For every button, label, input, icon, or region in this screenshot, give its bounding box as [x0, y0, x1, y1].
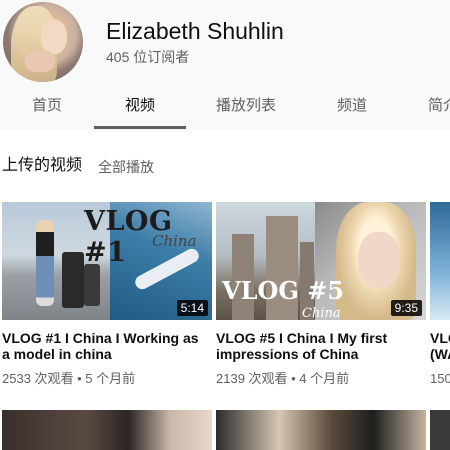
thumb2-face: [358, 232, 400, 288]
uploads-section-title: 上传的视频: [2, 157, 83, 174]
subscriber-count: 405 位订阅者: [106, 49, 190, 65]
avatar-face: [41, 20, 67, 54]
video-meta-3: 150: [430, 371, 450, 386]
tab-home[interactable]: 首页: [16, 86, 78, 128]
channel-tabs: 首页 视频 播放列表 频道 简介: [0, 86, 450, 130]
tab-videos[interactable]: 视频: [94, 86, 186, 128]
video-thumbnail-5[interactable]: [216, 410, 426, 450]
video-meta-2: 2139 次观看 • 4 个月前: [216, 371, 350, 386]
active-tab-indicator: [94, 126, 186, 129]
video-duration-1: 5:14: [176, 300, 208, 316]
video-thumbnail-6[interactable]: [430, 410, 450, 450]
avatar-hand: [25, 50, 55, 72]
thumb1-suitcase: [62, 252, 84, 308]
thumb1-person: [36, 220, 54, 306]
channel-name[interactable]: Elizabeth Shuhlin: [106, 17, 284, 45]
thumb2-overlay-title: VLOG #5: [222, 276, 345, 305]
play-all-button[interactable]: 全部播放: [98, 158, 154, 176]
tab-about[interactable]: 简介: [428, 86, 450, 128]
thumb1-overlay-subtitle: China: [152, 232, 197, 250]
thumb2-overlay-subtitle: China: [302, 306, 341, 320]
channel-header: Elizabeth Shuhlin 405 位订阅者: [0, 0, 450, 86]
video-thumbnail-4[interactable]: [2, 410, 212, 450]
channel-avatar[interactable]: [3, 2, 83, 82]
video-thumbnail-2[interactable]: VLOG #5 China 9:35: [216, 202, 426, 320]
video-thumbnail-3[interactable]: [430, 202, 450, 320]
thumb3-sky-scene: [430, 202, 450, 320]
tab-playlists[interactable]: 播放列表: [205, 86, 287, 128]
tab-channels[interactable]: 频道: [322, 86, 382, 128]
video-thumbnail-1[interactable]: VLOG #1 China 5:14: [2, 202, 212, 320]
youtube-channel-page: Elizabeth Shuhlin 405 位订阅者 首页 视频 播放列表 频道…: [0, 0, 450, 450]
thumb1-suitcase-small: [84, 264, 100, 306]
video-meta-1: 2533 次观看 • 5 个月前: [2, 371, 136, 386]
video-title-1[interactable]: VLOG #1 I China I Working as a model in …: [2, 330, 207, 362]
video-title-2[interactable]: VLOG #5 I China I My first impressions o…: [216, 330, 421, 362]
video-duration-2: 9:35: [390, 300, 422, 316]
video-title-3[interactable]: VLC (WA: [430, 330, 450, 362]
